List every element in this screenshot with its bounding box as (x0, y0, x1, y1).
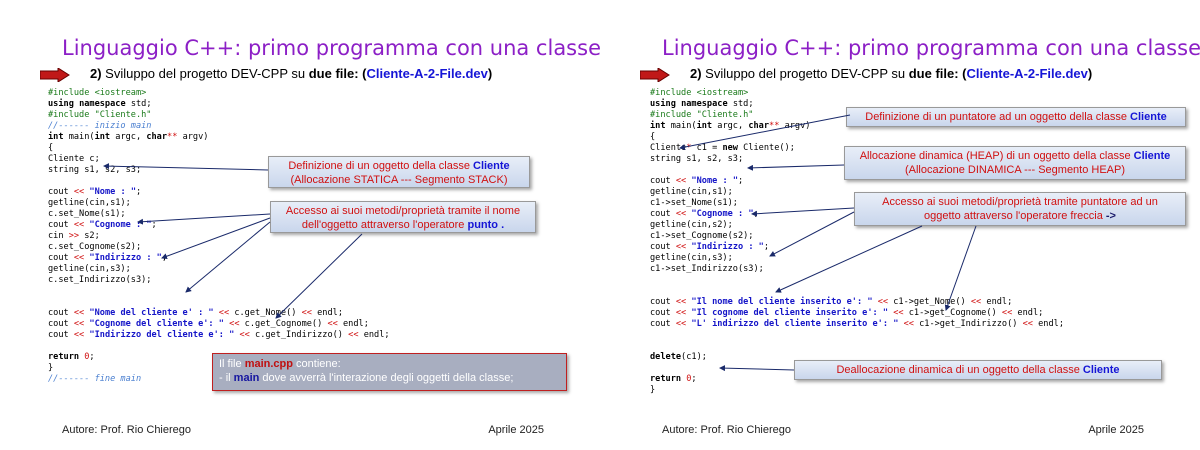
callout-main-file: Il file main.cpp contiene: - il main dove… (212, 353, 567, 391)
code-line: #include <iostream> (650, 88, 749, 98)
slide-1: Linguaggio C++: primo programma con una … (0, 0, 600, 450)
code-line: } (650, 385, 656, 395)
code-line: int main(int argc, char** argv) (48, 132, 209, 142)
code-line: c1->set_Cognome(s2); (650, 231, 754, 241)
callout-pointer-definition: Definizione di un puntatore ad un oggett… (846, 107, 1186, 127)
code-line: cout << "Il cognome del cliente inserito… (650, 308, 1044, 318)
code-line: cout << "Nome del cliente e' : " << c.ge… (48, 308, 343, 318)
callout-static-object: Definizione di un oggetto della classe C… (268, 156, 530, 188)
footer-author: Autore: Prof. Rio Chierego (662, 424, 792, 436)
footer-date: Aprile 2025 (1088, 424, 1144, 436)
code-listing: #include <iostream> using namespace std; #… (650, 88, 1064, 396)
slide-title: Linguaggio C++: primo programma con una … (662, 36, 1200, 60)
code-line: c.set_Cognome(s2); (48, 242, 142, 252)
slide-2: Linguaggio C++: primo programma con una … (600, 0, 1200, 450)
code-line: getline(cin,s3); (48, 264, 131, 274)
code-line: cout << "Cognome del cliente e': " << c.… (48, 319, 369, 329)
footer-author: Autore: Prof. Rio Chierego (62, 424, 192, 436)
code-line: #include <iostream> (48, 88, 147, 98)
callout-dot-operator: Accesso ai suoi metodi/proprietà tramite… (270, 201, 536, 233)
callout-heap-allocation: Allocazione dinamica (HEAP) di un oggett… (844, 146, 1186, 180)
callout-deallocation: Deallocazione dinamica di un oggetto del… (794, 360, 1162, 380)
right-arrow-icon (640, 68, 670, 82)
code-line: c1->set_Indirizzo(s3); (650, 264, 764, 274)
footer-date: Aprile 2025 (488, 424, 544, 436)
slide-title: Linguaggio C++: primo programma con una … (62, 36, 600, 60)
code-line: cout << "Indirizzo : "; (650, 242, 770, 252)
code-line: getline(cin,s3); (650, 253, 733, 263)
code-line: #include "Cliente.h" (48, 110, 152, 120)
code-line: cout << "Nome : "; (48, 187, 142, 197)
code-line: cout << "L' indirizzo del cliente inseri… (650, 319, 1064, 329)
right-arrow-icon (40, 68, 70, 82)
callout-arrow-operator: Accesso ai suoi metodi/proprietà tramite… (854, 192, 1186, 226)
code-line: using namespace std; (48, 99, 152, 109)
slide-subtitle: 2) Sviluppo del progetto DEV-CPP su due … (90, 66, 493, 81)
code-line: { (650, 132, 656, 142)
code-line: cout << "Il nome del cliente inserito e'… (650, 297, 1013, 307)
code-line: //------ inizio main (48, 121, 152, 131)
code-line: c.set_Indirizzo(s3); (48, 275, 152, 285)
slide-subtitle: 2) Sviluppo del progetto DEV-CPP su due … (690, 66, 1093, 81)
code-listing: #include <iostream> using namespace std; #… (48, 88, 390, 385)
code-line: cout << "Indirizzo del cliente e': " << … (48, 330, 390, 340)
code-line: { (48, 143, 54, 153)
code-line: cout << "Indirizzo : "; (48, 253, 168, 263)
